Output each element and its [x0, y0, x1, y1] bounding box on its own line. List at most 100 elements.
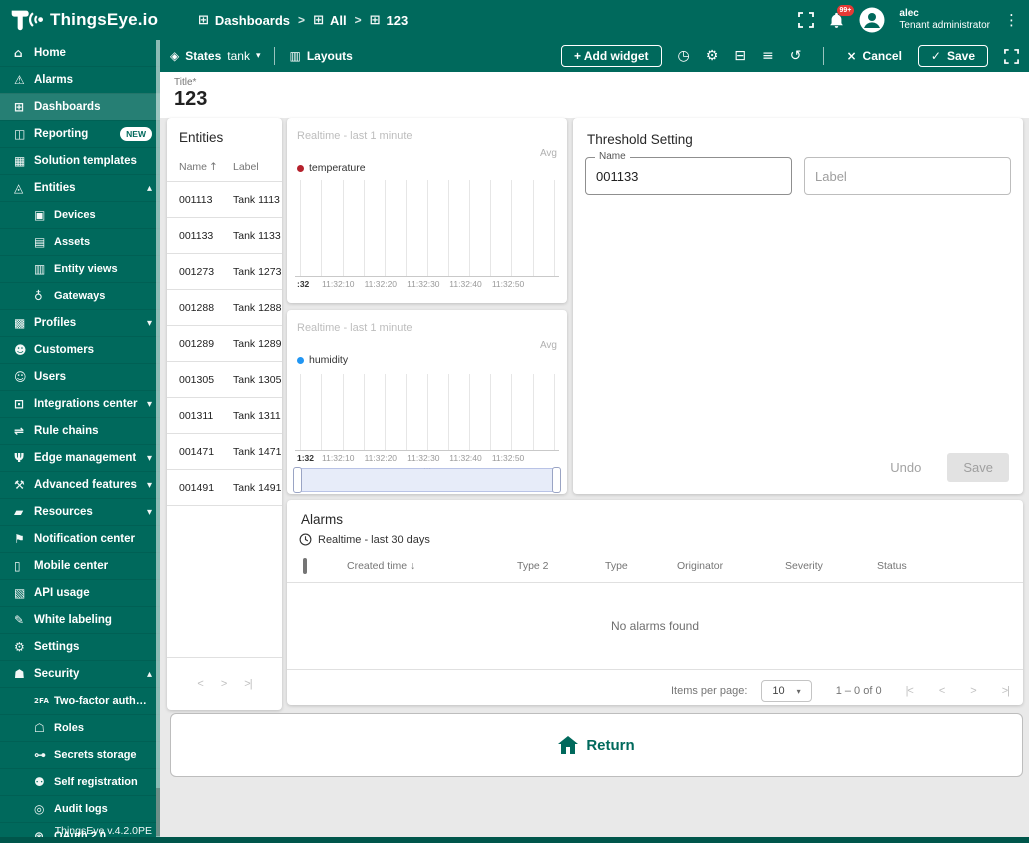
chart-aggregation-label[interactable]: Avg [540, 148, 557, 159]
sidebar-item-edge-management[interactable]: Ψ Edge management ▾ [0, 444, 160, 471]
filter-icon[interactable]: ≡ [762, 48, 774, 64]
avatar[interactable] [859, 7, 885, 33]
sidebar-item-api-usage[interactable]: ▧ API usage [0, 579, 160, 606]
chart-legend[interactable]: temperature [297, 162, 366, 174]
two-factor-icon: 2FA [34, 697, 50, 705]
sidebar-scrollbar-thumb[interactable] [156, 788, 160, 836]
add-widget-button[interactable]: + Add widget [560, 45, 662, 67]
layouts-button[interactable]: ▥ Layouts [289, 49, 352, 63]
sidebar-item-profiles[interactable]: ▩ Profiles ▾ [0, 309, 160, 336]
sidebar-item-dashboards[interactable]: ⊞ Dashboards [0, 93, 160, 120]
sidebar-item-mobile-center[interactable]: ▯ Mobile center [0, 552, 160, 579]
sidebar-item-white-labeling[interactable]: ✎ White labeling [0, 606, 160, 633]
threshold-save-button[interactable]: Save [947, 453, 1009, 482]
table-row[interactable]: 001133 Tank 1133 [167, 218, 282, 254]
fullscreen-icon[interactable] [798, 12, 815, 28]
previous-page-icon[interactable]: < [197, 678, 204, 690]
last-page-icon[interactable]: >| [244, 678, 252, 690]
breadcrumb-item-123[interactable]: ⊞ 123 [370, 13, 409, 28]
threshold-label-input[interactable] [805, 158, 1010, 194]
entities-name-column[interactable]: Name ↑ [179, 161, 233, 173]
alarms-column-type[interactable]: Type [605, 560, 677, 572]
alarms-column-created-time[interactable]: Created time ↓ [347, 560, 517, 572]
slider-right-handle[interactable] [552, 467, 561, 493]
sidebar-item-audit-logs[interactable]: ◎ Audit logs [0, 795, 160, 822]
sidebar-item-integrations-center[interactable]: ⊡ Integrations center ▾ [0, 390, 160, 417]
sidebar-item-two-factor-authenticati[interactable]: 2FA Two-factor authenticati… [0, 687, 160, 714]
table-row[interactable]: 001491 Tank 1491 [167, 470, 282, 506]
select-all-checkbox[interactable] [303, 558, 307, 574]
sidebar-item-notification-center[interactable]: ⚑ Notification center [0, 525, 160, 552]
next-page-icon[interactable]: > [221, 678, 228, 690]
timewindow-clock-icon[interactable]: ◷ [678, 48, 690, 64]
sidebar-item-solution-templates[interactable]: ▦ Solution templates [0, 147, 160, 174]
sidebar-item-rule-chains[interactable]: ⇌ Rule chains [0, 417, 160, 444]
entity-aliases-icon[interactable]: ⊟ [734, 48, 746, 64]
sidebar-item-devices[interactable]: ▣ Devices [0, 201, 160, 228]
sidebar-scrollbar[interactable] [156, 40, 160, 843]
sidebar-item-resources[interactable]: ▰ Resources ▾ [0, 498, 160, 525]
chart-legend[interactable]: humidity [297, 354, 348, 366]
alarms-column-originator[interactable]: Originator [677, 560, 785, 572]
table-row[interactable]: 001289 Tank 1289 [167, 326, 282, 362]
alarms-column-severity[interactable]: Severity [785, 560, 877, 572]
alarms-column-status[interactable]: Status [877, 560, 957, 572]
sidebar-item-label: Alarms [34, 74, 73, 86]
last-page-icon[interactable]: >| [1002, 685, 1010, 697]
alarms-timewindow[interactable]: Realtime - last 30 days [287, 527, 1023, 546]
sidebar-item-entities[interactable]: ◬ Entities ▴ [0, 174, 160, 201]
sidebar-item-security[interactable]: ☗ Security ▴ [0, 660, 160, 687]
states-selector[interactable]: ◈ States tank ▾ [170, 49, 260, 63]
save-button[interactable]: ✓ Save [917, 45, 988, 67]
humidity-legend-dot [297, 356, 304, 364]
undo-button[interactable]: Undo [884, 459, 927, 476]
sidebar-item-settings[interactable]: ⚙ Settings [0, 633, 160, 660]
sidebar-item-secrets-storage[interactable]: ⊶ Secrets storage [0, 741, 160, 768]
entities-label-column[interactable]: Label [233, 161, 259, 173]
table-row[interactable]: 001273 Tank 1273 [167, 254, 282, 290]
sidebar-item-self-registration[interactable]: ⚉ Self registration [0, 768, 160, 795]
layouts-icon: ▥ [289, 49, 301, 63]
slider-left-handle[interactable] [293, 467, 302, 493]
sidebar-item-users[interactable]: ☺ Users [0, 363, 160, 390]
return-label: Return [586, 736, 635, 754]
chart-aggregation-label[interactable]: Avg [540, 340, 557, 351]
states-label: States [185, 49, 222, 63]
version-history-icon[interactable]: ↺ [790, 48, 802, 64]
breadcrumb-item-all[interactable]: ⊞ All [313, 13, 347, 28]
cancel-button[interactable]: × Cancel [846, 49, 901, 63]
sidebar-item-advanced-features[interactable]: ⚒ Advanced features ▾ [0, 471, 160, 498]
dashboard-title-input[interactable] [174, 88, 474, 111]
threshold-name-input[interactable] [586, 158, 791, 194]
table-row[interactable]: 001288 Tank 1288 [167, 290, 282, 326]
return-button[interactable]: Return [170, 713, 1023, 777]
page-size-select[interactable]: 10 ▾ [761, 680, 812, 702]
sidebar-item-entity-views[interactable]: ▥ Entity views [0, 255, 160, 282]
white-labeling-icon: ✎ [14, 613, 25, 627]
first-page-icon[interactable]: |< [906, 685, 914, 697]
table-row[interactable]: 001305 Tank 1305 [167, 362, 282, 398]
sidebar-item-assets[interactable]: ▤ Assets [0, 228, 160, 255]
sidebar-item-roles[interactable]: ☖ Roles [0, 714, 160, 741]
bottom-bar [0, 837, 1029, 843]
table-row[interactable]: 001113 Tank 1113 [167, 182, 282, 218]
datazoom-slider[interactable]: ⋯ [293, 464, 561, 493]
sidebar-item-reporting[interactable]: ◫ Reporting NEW [0, 120, 160, 147]
user-block[interactable]: alec Tenant administrator [899, 8, 990, 33]
previous-page-icon[interactable]: < [939, 685, 946, 697]
kebab-menu-icon[interactable]: ⋮ [1004, 11, 1019, 29]
notifications-bell-icon[interactable]: 99+ [828, 5, 855, 29]
breadcrumb-item-dashboards[interactable]: ⊞ Dashboards [198, 13, 290, 28]
sidebar-item-gateways[interactable]: ♁ Gateways [0, 282, 160, 309]
toolbar-fullscreen-icon[interactable] [1004, 48, 1019, 64]
dashboard-settings-gear-icon[interactable]: ⚙ [706, 48, 719, 64]
table-row[interactable]: 001311 Tank 1311 [167, 398, 282, 434]
next-page-icon[interactable]: > [970, 685, 977, 697]
alarms-column-type-2[interactable]: Type 2 [517, 560, 605, 572]
sidebar-item-alarms[interactable]: ⚠ Alarms [0, 66, 160, 93]
sidebar-item-home[interactable]: ⌂ Home [0, 40, 160, 66]
toolbar-divider [274, 47, 276, 65]
sidebar-item-customers[interactable]: ☻ Customers [0, 336, 160, 363]
table-row[interactable]: 001471 Tank 1471 [167, 434, 282, 470]
brand-logo[interactable]: ThingsEye.io [0, 8, 180, 32]
